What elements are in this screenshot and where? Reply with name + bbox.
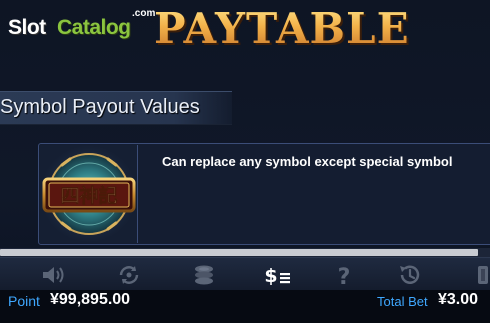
coins-button[interactable] bbox=[188, 262, 220, 288]
help-icon: ? bbox=[338, 265, 351, 287]
wild-symbol-image: 四神記 bbox=[40, 145, 138, 243]
help-button[interactable]: ? bbox=[328, 262, 360, 288]
total-bet-label: Total Bet bbox=[377, 294, 428, 309]
more-icon bbox=[478, 266, 488, 284]
wild-symbol-icon: 四神記 bbox=[42, 153, 136, 235]
logo-catalog-text: Catalog bbox=[57, 16, 131, 39]
total-bet-value: ¥3.00 bbox=[438, 291, 479, 308]
section-title: Symbol Payout Values bbox=[0, 96, 200, 118]
coins-icon bbox=[195, 265, 213, 285]
history-button[interactable] bbox=[393, 262, 425, 288]
more-button[interactable] bbox=[466, 262, 490, 288]
horizontal-scrollbar-thumb[interactable] bbox=[0, 249, 478, 256]
page-title: PAYTABLE bbox=[154, 4, 410, 53]
wild-symbol-glyph: 四神記 bbox=[60, 184, 117, 207]
balance-label: Point bbox=[8, 293, 40, 309]
svg-text:$: $ bbox=[264, 265, 277, 287]
logo-slot-text: Slot bbox=[8, 16, 46, 39]
sound-icon bbox=[43, 267, 64, 283]
wild-symbol-description: Can replace any symbol except special sy… bbox=[162, 154, 453, 169]
history-icon bbox=[400, 265, 420, 284]
autospin-button[interactable] bbox=[113, 262, 145, 288]
paytable-screen: Slot Catalog .com PAYTABLE Symbol Payout… bbox=[0, 0, 490, 323]
svg-text:?: ? bbox=[338, 265, 351, 287]
sound-button[interactable] bbox=[38, 262, 70, 288]
autospin-icon bbox=[119, 266, 139, 284]
paytable-icon: $ bbox=[264, 265, 290, 287]
paytable-button[interactable]: $ bbox=[262, 262, 294, 288]
logo-com-text: .com bbox=[132, 8, 156, 19]
balance-value: ¥99,895.00 bbox=[50, 291, 131, 308]
